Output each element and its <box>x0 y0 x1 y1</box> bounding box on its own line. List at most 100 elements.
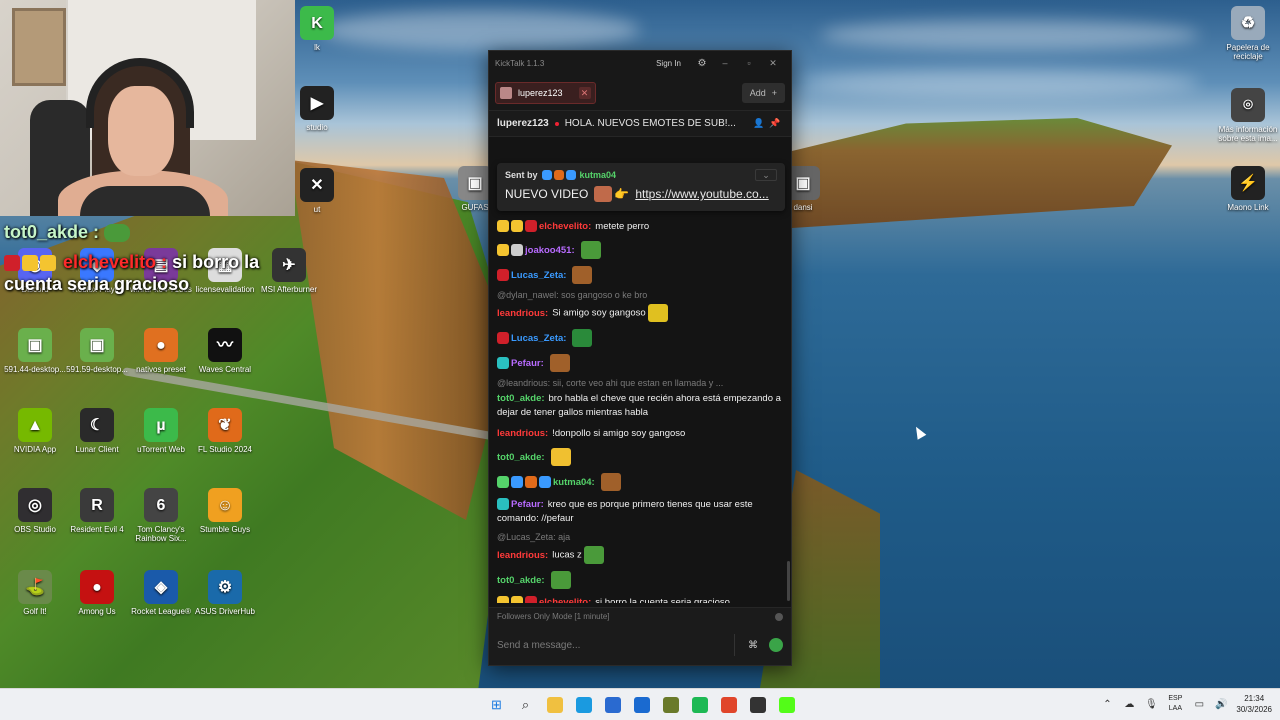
taskbar-edge-button[interactable] <box>569 693 598 717</box>
spotify-icon <box>691 697 708 713</box>
speaker-icon[interactable]: 🔊 <box>1210 699 1232 710</box>
taskbar-start-button[interactable]: ⊞ <box>482 693 511 717</box>
desktop-icon[interactable]: ☺ Stumble Guys <box>190 488 260 534</box>
desktop-icon[interactable]: ❦ FL Studio 2024 <box>190 408 260 454</box>
taskbar-app-dark-button[interactable] <box>743 693 772 717</box>
desktop-icon-label: Papelera de reciclaje <box>1226 43 1270 61</box>
title-bar[interactable]: KickTalk 1.1.3 Sign In ⚙ – ▫ ✕ <box>489 51 791 75</box>
scrollbar[interactable] <box>787 561 790 601</box>
translate-icon[interactable]: ⌘ <box>743 640 763 651</box>
app-icon: R <box>80 488 114 522</box>
point-right-icon: 👉 <box>614 187 630 201</box>
chat-message[interactable]: Lucas_Zeta: <box>497 266 783 284</box>
chat-message[interactable]: joakoo451: <box>497 241 783 259</box>
desktop-icon[interactable]: ● nativos preset <box>126 328 196 374</box>
desktop-icon[interactable]: 6 Tom Clancy's Rainbow Six... <box>126 488 196 543</box>
display-icon[interactable]: ▭ <box>1188 699 1210 710</box>
chat-username[interactable]: leandrious: <box>497 550 548 561</box>
language-indicator[interactable]: ESP LAA <box>1168 694 1182 714</box>
badge-icon <box>553 170 564 180</box>
chat-username[interactable]: elchevelito: <box>539 221 591 232</box>
minimize-button[interactable]: – <box>713 58 737 68</box>
chat-message[interactable]: tot0_akde: <box>497 448 783 466</box>
reply-reference[interactable]: @leandrious: sii, corte veo ahi que esta… <box>497 376 783 390</box>
chat-username[interactable]: tot0_akde: <box>497 393 545 404</box>
chat-message[interactable]: Pefaur: <box>497 354 783 372</box>
close-tab-icon[interactable]: ✕ <box>578 86 591 99</box>
chat-message[interactable]: elchevelito: metete perro <box>497 220 783 234</box>
chat-message[interactable]: tot0_akde: <box>497 571 783 589</box>
chat-username[interactable]: Lucas_Zeta: <box>511 333 566 344</box>
chat-username[interactable]: Pefaur: <box>511 358 544 369</box>
emote-picker-icon[interactable] <box>769 638 783 652</box>
chat-username[interactable]: joakoo451: <box>525 245 575 256</box>
close-button[interactable]: ✕ <box>761 58 785 69</box>
desktop-icon[interactable]: ▣ 591.44-desktop... <box>0 328 70 374</box>
emote-icon <box>572 266 593 284</box>
chat-message[interactable]: leandrious: !donpollo si amigo soy gangos… <box>497 427 783 441</box>
chat-username[interactable]: Pefaur: <box>511 499 544 510</box>
chat-username[interactable]: leandrious: <box>497 308 548 319</box>
network-icon[interactable]: ☁ <box>1118 699 1140 710</box>
desktop-icon[interactable]: R Resident Evil 4 <box>62 488 132 534</box>
tab-luperez123[interactable]: luperez123 ✕ <box>495 81 596 104</box>
chat-message[interactable]: kutma04: <box>497 473 783 491</box>
badge-icon <box>497 220 509 233</box>
chat-message[interactable]: leandrious: Si amigo soy gangoso <box>497 304 783 322</box>
chat-username[interactable]: kutma04: <box>553 477 595 488</box>
desktop-icon[interactable]: µ uTorrent Web <box>126 408 196 454</box>
chat-username[interactable]: tot0_akde: <box>497 452 545 463</box>
chat-username[interactable]: leandrious: <box>497 428 548 439</box>
taskbar-app-green-box-button[interactable] <box>656 693 685 717</box>
taskbar-outlook-button[interactable] <box>627 693 656 717</box>
desktop-icon[interactable]: ● Among Us <box>62 570 132 616</box>
desktop-icon[interactable]: 〰 Waves Central <box>190 328 260 374</box>
clock[interactable]: 21:34 30/3/2026 <box>1236 693 1272 715</box>
pinned-user[interactable]: kutma04 <box>580 170 617 180</box>
desktop-icon[interactable]: ♻ Papelera de reciclaje <box>1213 6 1280 61</box>
desktop-icon[interactable]: ⌾ Más información sobre esta ima... <box>1213 88 1280 143</box>
stream-chat-overlay: tot0_akde : elchevelito : si borro la cu… <box>4 222 294 295</box>
reply-reference[interactable]: @dylan_nawel: sos gangoso o ke bro <box>497 288 783 302</box>
taskbar-file-explorer-button[interactable] <box>540 693 569 717</box>
chat-message[interactable]: tot0_akde: bro habla el cheve que recién … <box>497 392 783 420</box>
desktop-icon[interactable]: ▲ NVIDIA App <box>0 408 70 454</box>
chat-username[interactable]: elchevelito: <box>539 597 591 603</box>
gear-icon[interactable]: ⚙ <box>691 58 713 69</box>
message-input[interactable] <box>497 639 726 651</box>
chat-message[interactable]: elchevelito: si borro la cuenta seria gra… <box>497 596 783 603</box>
mic-icon[interactable]: 🎙 <box>1140 699 1162 710</box>
desktop-icon[interactable]: ◎ OBS Studio <box>0 488 70 534</box>
taskbar-chrome-button[interactable] <box>714 693 743 717</box>
chat-message[interactable]: Lucas_Zeta: <box>497 329 783 347</box>
desktop-icon[interactable]: ⚡ Maono Link <box>1213 166 1280 212</box>
chat-username[interactable]: tot0_akde: <box>497 575 545 586</box>
add-channel-button[interactable]: Add + <box>741 82 785 103</box>
info-icon[interactable] <box>775 612 783 621</box>
reply-reference[interactable]: @Lucas_Zeta: aja <box>497 530 783 544</box>
desktop-icon[interactable]: ⚙ ASUS DriverHub <box>190 570 260 616</box>
chat-message[interactable]: Pefaur: kreo que es porque primero tienes… <box>497 498 783 526</box>
chevron-down-icon[interactable]: ⌄ <box>755 169 777 181</box>
pin-icon[interactable]: 📌 <box>767 118 783 129</box>
app-green-box-icon <box>662 697 679 713</box>
pinned-link[interactable]: https://www.youtube.co... <box>635 187 768 201</box>
app-icon: 〰 <box>208 328 242 362</box>
badge-icon <box>22 255 38 272</box>
chat-username[interactable]: Lucas_Zeta: <box>511 270 566 281</box>
desktop-icon[interactable]: ☾ Lunar Client <box>62 408 132 454</box>
chevron-up-icon[interactable]: ⌃ <box>1096 699 1118 710</box>
chat-messages[interactable]: elchevelito: metete perro joakoo451: Lucas_… <box>489 213 791 603</box>
desktop-icon[interactable]: ▣ 591.59-desktop... <box>62 328 132 374</box>
user-icon[interactable]: 👤 <box>751 118 767 129</box>
taskbar-search-button[interactable]: ⌕ <box>511 693 540 717</box>
taskbar-kick-button[interactable] <box>772 693 801 717</box>
maximize-button[interactable]: ▫ <box>737 58 761 68</box>
streamer-name[interactable]: luperez123 <box>497 118 549 129</box>
desktop-icon[interactable]: ◈ Rocket League® <box>126 570 196 616</box>
taskbar-store-button[interactable] <box>598 693 627 717</box>
desktop-icon[interactable]: ⛳ Golf It! <box>0 570 70 616</box>
sign-in-button[interactable]: Sign In <box>656 59 681 68</box>
chat-message[interactable]: leandrious: lucas z <box>497 546 783 564</box>
taskbar-spotify-button[interactable] <box>685 693 714 717</box>
